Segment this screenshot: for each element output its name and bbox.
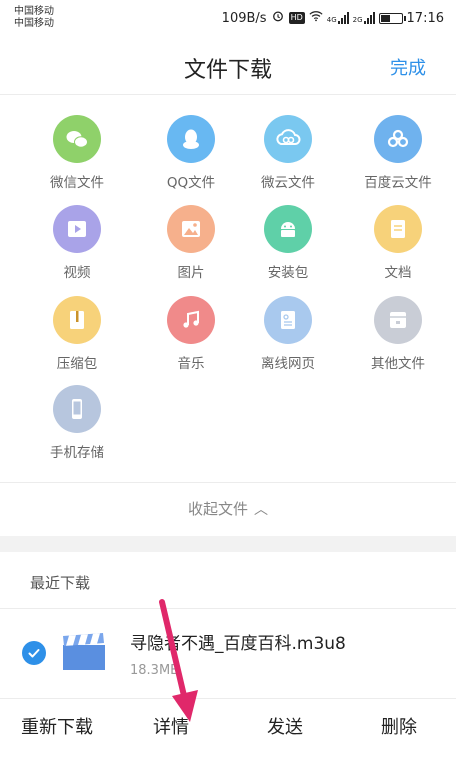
video-file-icon bbox=[62, 633, 106, 671]
details-button[interactable]: 详情 bbox=[114, 699, 228, 757]
done-button[interactable]: 完成 bbox=[390, 54, 426, 80]
network-speed: 109B/s bbox=[221, 10, 267, 26]
music-icon bbox=[167, 296, 215, 344]
chevron-up-icon: ︿ bbox=[254, 502, 268, 518]
other-file-icon bbox=[374, 296, 422, 344]
offline-web-icon bbox=[264, 296, 312, 344]
alarm-icon bbox=[271, 10, 285, 26]
collapse-label: 收起文件 bbox=[187, 500, 248, 518]
category-label: 压缩包 bbox=[56, 356, 98, 372]
wechat-icon bbox=[53, 115, 101, 163]
video-icon bbox=[53, 205, 101, 253]
clock: 17:16 bbox=[406, 10, 444, 26]
qq-icon bbox=[167, 115, 215, 163]
wifi-icon bbox=[309, 10, 323, 26]
redownload-button[interactable]: 重新下载 bbox=[0, 699, 114, 757]
bottom-action-bar: 重新下载 详情 发送 删除 bbox=[0, 698, 456, 757]
category-phone-storage[interactable]: 手机存储 bbox=[20, 385, 134, 475]
title-bar: 文件下载 完成 bbox=[0, 38, 456, 95]
category-offline-web[interactable]: 离线网页 bbox=[231, 296, 345, 386]
category-label: 安装包 bbox=[267, 265, 309, 281]
carrier-info: 中国移动 中国移动 bbox=[14, 6, 54, 30]
download-item[interactable]: 寻隐者不遇_百度百科.m3u8 18.3MB bbox=[0, 608, 456, 699]
category-weiyun[interactable]: 微云文件 bbox=[231, 115, 345, 205]
category-label: 百度云文件 bbox=[364, 175, 432, 191]
weiyun-icon bbox=[264, 115, 312, 163]
collapse-files-button[interactable]: 收起文件 ︿ bbox=[0, 498, 456, 519]
section-separator bbox=[0, 536, 456, 552]
category-video[interactable]: 视频 bbox=[20, 205, 134, 295]
category-archive[interactable]: 压缩包 bbox=[20, 296, 134, 386]
baidu-cloud-icon bbox=[374, 115, 422, 163]
signal-icon-2: 2G bbox=[353, 12, 375, 24]
carrier-2: 中国移动 bbox=[14, 18, 54, 29]
file-name: 寻隐者不遇_百度百科.m3u8 bbox=[130, 634, 346, 654]
battery-icon bbox=[378, 12, 406, 24]
category-label: 离线网页 bbox=[261, 356, 315, 372]
category-label: 文档 bbox=[384, 265, 412, 281]
image-icon bbox=[167, 205, 215, 253]
delete-button[interactable]: 删除 bbox=[342, 699, 456, 757]
status-bar: 中国移动 中国移动 109B/s HD 4G 2G 17:16 bbox=[0, 0, 456, 38]
signal-icon-1: 4G bbox=[327, 12, 349, 24]
document-icon bbox=[374, 205, 422, 253]
status-indicators: 109B/s HD 4G 2G 17:16 bbox=[222, 10, 444, 26]
archive-icon bbox=[53, 296, 101, 344]
network-type-2: 2G bbox=[352, 16, 363, 24]
android-icon bbox=[264, 205, 312, 253]
file-size: 18.3MB bbox=[130, 663, 180, 678]
category-android[interactable]: 安装包 bbox=[231, 205, 345, 295]
network-type-1: 4G bbox=[326, 16, 337, 24]
recent-downloads-title: 最近下载 bbox=[30, 574, 91, 592]
divider bbox=[0, 482, 456, 483]
checkbox-checked-icon[interactable] bbox=[22, 641, 46, 665]
page-title: 文件下载 bbox=[183, 58, 272, 83]
category-label: 微云文件 bbox=[261, 175, 315, 191]
category-baidu-cloud[interactable]: 百度云文件 bbox=[341, 115, 455, 205]
hd-badge: HD bbox=[288, 12, 305, 24]
category-document[interactable]: 文档 bbox=[341, 205, 455, 295]
carrier-1: 中国移动 bbox=[14, 6, 54, 17]
send-button[interactable]: 发送 bbox=[228, 699, 342, 757]
category-wechat[interactable]: 微信文件 bbox=[20, 115, 134, 205]
category-label: 其他文件 bbox=[371, 356, 425, 372]
category-label: 手机存储 bbox=[50, 445, 104, 461]
category-label: 微信文件 bbox=[50, 175, 104, 191]
category-label: 视频 bbox=[63, 265, 91, 281]
phone-storage-icon bbox=[53, 385, 101, 433]
category-other-file[interactable]: 其他文件 bbox=[341, 296, 455, 386]
